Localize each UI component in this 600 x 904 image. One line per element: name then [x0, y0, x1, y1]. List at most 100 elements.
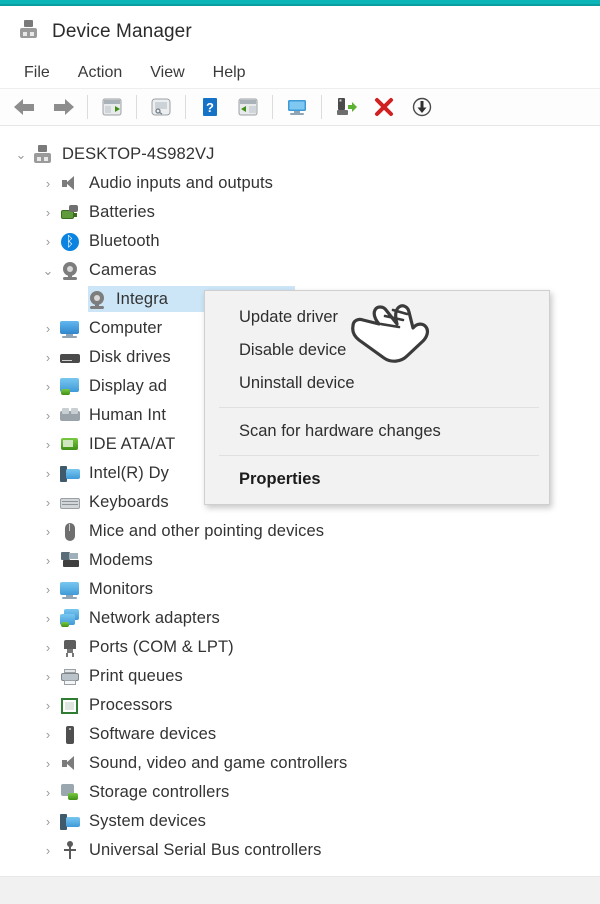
system-device-icon	[59, 812, 81, 832]
tree-item-label: Keyboards	[89, 493, 169, 511]
chevron-right-icon[interactable]: ›	[37, 322, 59, 335]
display-adapter-icon	[59, 377, 81, 397]
tree-item-print-queues[interactable]: › Print queues	[0, 662, 600, 691]
menu-action[interactable]: Action	[64, 62, 136, 84]
tree-item-label: Audio inputs and outputs	[89, 174, 274, 192]
speaker-icon	[59, 174, 81, 194]
context-menu-item-update-driver[interactable]: Update driver	[205, 301, 549, 334]
tree-item-label: Sound, video and game controllers	[89, 754, 348, 772]
context-menu[interactable]: Update driver Disable device Uninstall d…	[204, 290, 550, 505]
update-driver-icon[interactable]	[229, 90, 267, 124]
computer-icon	[32, 144, 54, 165]
tree-item-label: Network adapters	[89, 609, 220, 627]
chevron-right-icon[interactable]: ›	[37, 467, 59, 480]
chevron-right-icon[interactable]: ›	[37, 641, 59, 654]
tree-item-network-adapters[interactable]: › Network adapters	[0, 604, 600, 633]
tree-root-label: DESKTOP-4S982VJ	[62, 145, 215, 163]
tree-item-mice[interactable]: › Mice and other pointing devices	[0, 517, 600, 546]
chevron-right-icon[interactable]: ›	[37, 409, 59, 422]
context-menu-item-uninstall-device[interactable]: Uninstall device	[205, 367, 549, 400]
chevron-right-icon[interactable]: ›	[37, 496, 59, 509]
tree-item-label: Universal Serial Bus controllers	[89, 841, 322, 859]
printer-icon	[59, 667, 81, 687]
chevron-down-icon[interactable]: ⌄	[37, 264, 59, 277]
toolbar-separator	[185, 95, 186, 119]
tree-item-audio[interactable]: › Audio inputs and outputs	[0, 169, 600, 198]
menu-help[interactable]: Help	[199, 62, 260, 84]
chevron-right-icon[interactable]: ›	[37, 206, 59, 219]
tree-item-ports[interactable]: › Ports (COM & LPT)	[0, 633, 600, 662]
monitor-icon	[59, 319, 81, 339]
chevron-right-icon[interactable]: ›	[37, 235, 59, 248]
chevron-right-icon[interactable]: ›	[37, 380, 59, 393]
chevron-right-icon[interactable]: ›	[37, 844, 59, 857]
add-device-icon[interactable]	[327, 90, 365, 124]
tree-item-modems[interactable]: › Modems	[0, 546, 600, 575]
tree-item-label: Cameras	[89, 261, 157, 279]
back-arrow-icon[interactable]	[6, 90, 44, 124]
svg-text:?: ?	[206, 100, 214, 115]
tree-item-monitors[interactable]: › Monitors	[0, 575, 600, 604]
usb-icon	[59, 840, 81, 861]
toolbar-separator	[136, 95, 137, 119]
context-menu-item-disable-device[interactable]: Disable device	[205, 334, 549, 367]
chevron-right-icon[interactable]: ›	[37, 438, 59, 451]
menu-bar: File Action View Help	[0, 58, 600, 88]
forward-arrow-icon[interactable]	[44, 90, 82, 124]
chevron-right-icon[interactable]: ›	[37, 757, 59, 770]
chevron-right-icon[interactable]: ›	[37, 351, 59, 364]
scan-icon[interactable]	[142, 90, 180, 124]
tree-item-label: Storage controllers	[89, 783, 230, 801]
chevron-right-icon[interactable]: ›	[37, 554, 59, 567]
tree-item-storage-controllers[interactable]: › Storage controllers	[0, 778, 600, 807]
tree-item-usb-controllers[interactable]: › Universal Serial Bus controllers	[0, 836, 600, 865]
context-menu-separator	[219, 455, 539, 456]
chevron-right-icon[interactable]: ›	[37, 525, 59, 538]
chevron-right-icon[interactable]: ›	[37, 670, 59, 683]
help-icon[interactable]: ?	[191, 90, 229, 124]
chevron-right-icon[interactable]: ›	[37, 612, 59, 625]
chevron-right-icon[interactable]: ›	[37, 815, 59, 828]
tree-item-cameras[interactable]: ⌄ Cameras	[0, 256, 600, 285]
tree-item-label: Integra	[116, 290, 169, 308]
context-menu-item-properties[interactable]: Properties	[205, 463, 549, 496]
bluetooth-icon: ᛒ	[59, 232, 81, 252]
context-menu-item-scan-for-hardware-changes[interactable]: Scan for hardware changes	[205, 415, 549, 448]
show-devices-icon[interactable]	[278, 90, 316, 124]
network-adapter-icon	[59, 608, 81, 629]
toolbar: ?	[0, 88, 600, 126]
download-icon[interactable]	[403, 90, 441, 124]
port-icon	[59, 638, 81, 658]
chevron-right-icon[interactable]: ›	[37, 177, 59, 190]
menu-file[interactable]: File	[10, 62, 64, 84]
tree-root-node[interactable]: ⌄ DESKTOP-4S982VJ	[0, 140, 600, 169]
tree-item-system-devices[interactable]: › System devices	[0, 807, 600, 836]
disk-drive-icon	[59, 348, 81, 368]
properties-icon[interactable]	[93, 90, 131, 124]
tree-item-processors[interactable]: › Processors	[0, 691, 600, 720]
camera-icon	[59, 261, 81, 281]
mouse-icon	[59, 522, 81, 542]
tree-item-software-devices[interactable]: › Software devices	[0, 720, 600, 749]
remove-device-icon[interactable]	[365, 90, 403, 124]
tree-item-label: Software devices	[89, 725, 217, 743]
toolbar-separator	[272, 95, 273, 119]
toolbar-separator	[321, 95, 322, 119]
chevron-right-icon[interactable]: ›	[37, 728, 59, 741]
software-device-icon	[59, 725, 81, 745]
chevron-right-icon[interactable]: ›	[37, 583, 59, 596]
ide-controller-icon	[59, 435, 81, 455]
menu-view[interactable]: View	[136, 62, 198, 84]
tree-item-batteries[interactable]: › Batteries	[0, 198, 600, 227]
device-manager-icon	[18, 20, 42, 44]
tree-item-label: Ports (COM & LPT)	[89, 638, 234, 656]
chevron-right-icon[interactable]: ›	[37, 786, 59, 799]
intel-device-icon	[59, 464, 81, 484]
battery-icon	[59, 203, 81, 223]
device-manager-window: Device Manager File Action View Help ? ⌄…	[0, 0, 600, 904]
tree-item-sound-video-game[interactable]: › Sound, video and game controllers	[0, 749, 600, 778]
chevron-down-icon[interactable]: ⌄	[10, 148, 32, 161]
tree-item-label: Human Int	[89, 406, 167, 424]
tree-item-bluetooth[interactable]: › ᛒ Bluetooth	[0, 227, 600, 256]
chevron-right-icon[interactable]: ›	[37, 699, 59, 712]
